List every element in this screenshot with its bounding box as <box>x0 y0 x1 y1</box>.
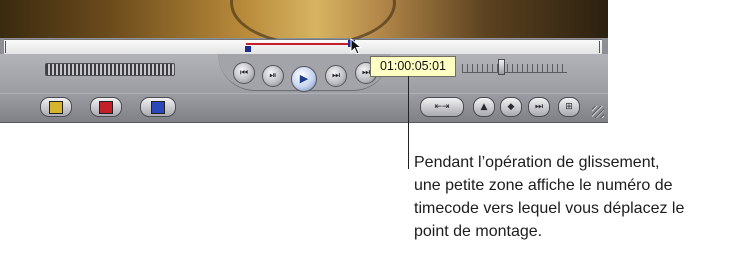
play-in-to-out-button[interactable]: ⏯ <box>262 65 284 87</box>
shuttle-control[interactable] <box>462 64 567 73</box>
mark-clip-button[interactable]: ⏭ <box>528 97 550 117</box>
match-frame-icon: ⇤⇥ <box>434 102 450 112</box>
mark-in-icon <box>49 100 63 114</box>
resize-grip-icon[interactable] <box>592 106 604 118</box>
caption-line: une petite zone affiche le numéro de <box>414 177 673 194</box>
scrubber-bar[interactable] <box>4 39 602 55</box>
viewer-window: ⏮ ⏯ ▶ ⏭ ⏭ ⇤⇥ ▲ ◆ ⏭ ⊞ <box>0 0 608 123</box>
mark-out-icon <box>99 100 113 114</box>
play-in-to-out-icon: ⏯ <box>269 71 277 81</box>
shuttle-thumb[interactable] <box>498 59 505 75</box>
video-frame <box>0 0 608 46</box>
match-frame-button[interactable]: ⇤⇥ <box>420 97 464 117</box>
clip-icon <box>151 100 165 114</box>
scrubber-end-cap <box>599 41 600 53</box>
caption-text: Pendant l’opération de glissement, une p… <box>414 151 732 243</box>
marker-icon: ▲ <box>480 102 488 112</box>
play-around-icon: ⏭ <box>331 71 341 81</box>
show-match-button[interactable]: ⊞ <box>558 97 580 117</box>
keyframe-icon: ◆ <box>507 102 515 112</box>
previous-edit-icon: ⏮ <box>239 68 249 78</box>
next-edit-icon: ⏭ <box>361 68 371 78</box>
previous-edit-button[interactable]: ⏮ <box>233 62 255 84</box>
add-keyframe-button[interactable]: ◆ <box>500 97 522 117</box>
callout-line <box>408 76 409 169</box>
in-point-marker[interactable] <box>245 46 252 52</box>
timecode-tooltip: 01:00:05:01 <box>370 56 456 77</box>
play-around-button[interactable]: ⏭ <box>325 65 347 87</box>
caption-line: point de montage. <box>414 223 543 240</box>
insert-edit-button[interactable] <box>140 97 176 117</box>
mark-in-button[interactable] <box>40 97 72 117</box>
scrubber-start-cap <box>5 41 6 53</box>
caption-line: timecode vers lequel vous déplacez le <box>414 200 685 217</box>
jog-control[interactable] <box>45 63 175 76</box>
play-button[interactable]: ▶ <box>291 66 317 92</box>
mark-out-button[interactable] <box>90 97 122 117</box>
mark-clip-icon: ⏭ <box>534 102 544 112</box>
play-icon: ▶ <box>299 72 309 85</box>
show-match-icon: ⊞ <box>565 102 573 112</box>
caption-line: Pendant l’opération de glissement, <box>414 154 660 171</box>
marked-range <box>246 43 354 53</box>
add-marker-button[interactable]: ▲ <box>473 97 495 117</box>
